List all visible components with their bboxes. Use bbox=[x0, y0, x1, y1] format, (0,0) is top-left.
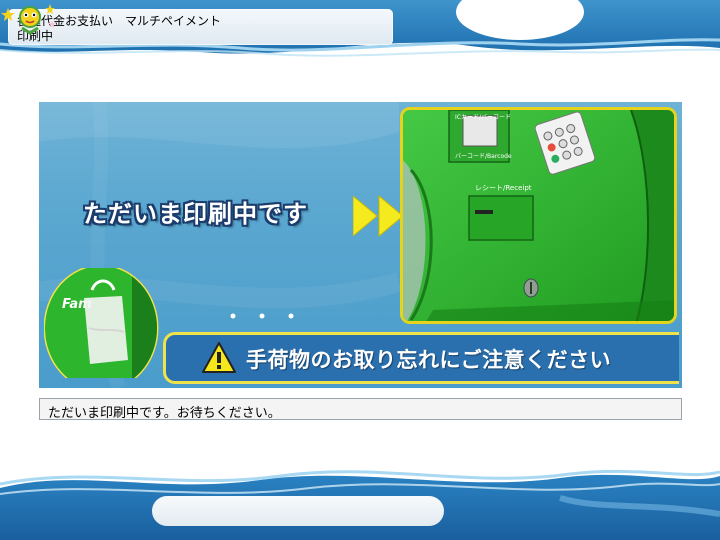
status-message-box: ただいま印刷中です。お待ちください。 bbox=[39, 398, 682, 421]
belongings-warning-bar: 手荷物のお取り忘れにご注意ください bbox=[163, 332, 679, 384]
star-mascot-icon bbox=[1, 4, 56, 35]
emphasis-dots bbox=[230, 313, 294, 319]
header-banner: 各種代金お支払い マルチペイメント 印刷中 bbox=[0, 0, 720, 62]
card-slot-label: ICカード/バーコード bbox=[455, 114, 511, 121]
footer-banner bbox=[0, 458, 720, 540]
footer-button-area bbox=[152, 496, 444, 526]
barcode-label: バーコード/Barcode bbox=[455, 153, 512, 160]
title-box: 各種代金お支払い マルチペイメント 印刷中 bbox=[8, 9, 393, 45]
receipt-label: レシート/Receipt bbox=[475, 184, 532, 192]
shopping-bag-icon: Fam bbox=[44, 268, 159, 378]
terminal-illustration: ICカード/バーコード バーコード/Barcode レシート/Receipt bbox=[400, 107, 677, 324]
warning-triangle-icon bbox=[202, 342, 236, 373]
belongings-warning-text: 手荷物のお取り忘れにご注意ください bbox=[246, 348, 612, 372]
printing-message: ただいま印刷中です bbox=[83, 200, 308, 228]
status-text: ただいま印刷中です。お待ちください。 bbox=[48, 406, 281, 421]
printing-illustration-panel: ただいま印刷中です ICカード/バーコード バーコード/Barcode レシート… bbox=[39, 102, 682, 388]
